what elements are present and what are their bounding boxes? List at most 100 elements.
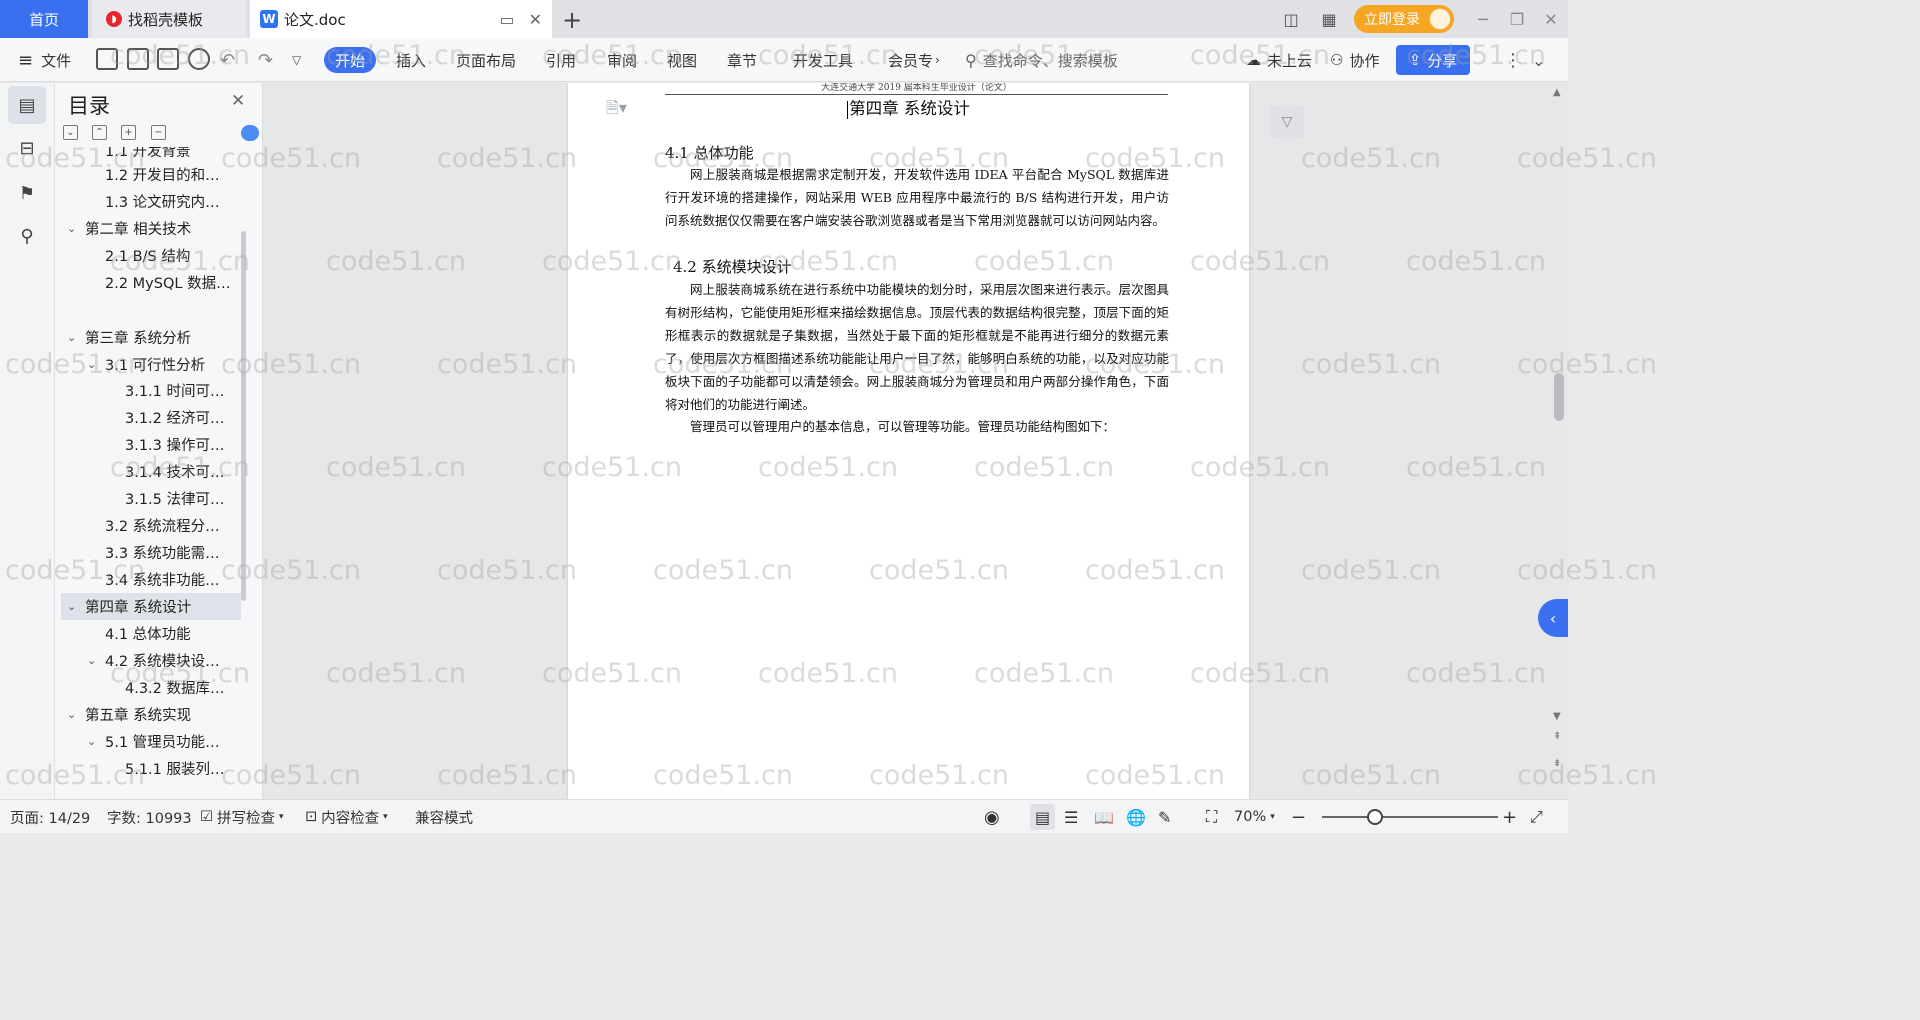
restore-icon[interactable]: ❐ <box>1500 10 1534 29</box>
remove-heading-icon[interactable]: − <box>151 125 166 140</box>
scroll-thumb[interactable] <box>1554 373 1564 421</box>
outline-view-icon[interactable]: ☰ <box>1064 800 1078 834</box>
tab-page-layout[interactable]: 页面布局 <box>456 38 516 82</box>
new-tab-button[interactable]: + <box>562 6 582 34</box>
toc-item[interactable]: ⌄ 第二章 相关技术 <box>61 215 241 242</box>
toc-panel-icon[interactable]: ▤ <box>8 86 46 124</box>
chapter-heading[interactable]: 第四章 系统设计 <box>568 95 1249 119</box>
minimize-icon[interactable]: ─ <box>1466 10 1500 29</box>
toc-item[interactable]: 3.1.1 时间可… <box>61 377 241 404</box>
toc-item[interactable]: 1.2 开发目的和… <box>61 161 241 188</box>
tab-view[interactable]: 视图 <box>667 38 697 82</box>
toc-item[interactable]: 3.2 系统流程分… <box>61 512 241 539</box>
login-button[interactable]: 立即登录 <box>1354 5 1454 33</box>
zoom-in-icon[interactable]: + <box>1502 800 1517 834</box>
tab-document[interactable]: W 论文.doc ▭ ✕ <box>250 0 552 38</box>
content-check-button[interactable]: ⊡ 内容检查 ▾ <box>305 800 388 834</box>
toc-item[interactable]: 3.1.5 法律可… <box>61 485 241 512</box>
chevron-down-icon[interactable]: ⌄ <box>67 708 76 721</box>
tab-reference[interactable]: 引用 <box>546 38 576 82</box>
paragraph-admin[interactable]: 管理员可以管理用户的基本信息，可以管理等功能。管理员功能结构图如下： <box>665 415 1169 438</box>
toc-item[interactable]: 3.1.2 经济可… <box>61 404 241 431</box>
toc-item[interactable]: ⌄ 第四章 系统设计 <box>61 593 241 620</box>
toc-item[interactable]: 4.3.2 数据库… <box>61 674 241 701</box>
cloud-status[interactable]: ☁ 未上云 <box>1246 38 1312 82</box>
screen-icon[interactable]: ▭ <box>499 10 514 29</box>
toc-item[interactable]: 5.1.1 服装列… <box>61 755 241 782</box>
toc-item[interactable]: 1.3 论文研究内… <box>61 188 241 215</box>
tab-dev-tools[interactable]: 开发工具 <box>793 38 853 82</box>
print-icon[interactable] <box>157 48 179 70</box>
bookmark-icon[interactable]: ⚑ <box>8 174 46 212</box>
toc-scrollbar[interactable] <box>241 231 246 601</box>
eye-protection-icon[interactable]: ◉ <box>984 800 1000 834</box>
chevron-down-icon[interactable]: ⌄ <box>67 600 76 613</box>
prev-page-icon[interactable]: ⇞ <box>1553 731 1561 742</box>
chapter-nav-icon[interactable]: ⊟ <box>8 129 46 167</box>
chevron-down-icon[interactable]: ⌄ <box>67 331 76 344</box>
chevron-down-icon[interactable]: ⌄ <box>87 654 96 667</box>
tab-insert[interactable]: 插入 <box>396 38 426 82</box>
web-view-icon[interactable]: 🌐 <box>1126 800 1146 834</box>
tab-start[interactable]: 开始 <box>324 47 376 73</box>
reading-mode-icon[interactable]: ◫ <box>1272 10 1310 29</box>
filter-panel-icon[interactable]: ▽ <box>1270 105 1304 139</box>
more-icon[interactable]: ⋮ <box>1504 38 1522 82</box>
chevron-down-icon[interactable]: ⌄ <box>67 222 76 235</box>
tab-review[interactable]: 审阅 <box>607 38 637 82</box>
share-button[interactable]: ⇪ 分享 <box>1396 45 1470 75</box>
grid-apps-icon[interactable]: ▦ <box>1310 10 1348 29</box>
export-pdf-icon[interactable] <box>127 48 149 70</box>
toc-item[interactable]: 2.2 MySQL 数据… <box>61 269 241 296</box>
scroll-down-icon[interactable]: ▼ <box>1553 711 1561 722</box>
close-icon[interactable]: ✕ <box>529 10 542 29</box>
word-count[interactable]: 字数: 10993 <box>107 800 192 834</box>
toc-item[interactable]: 3.1.4 技术可… <box>61 458 241 485</box>
page-indicator[interactable]: 页面: 14/29 <box>10 800 90 834</box>
toc-item[interactable]: 4.1 总体功能 <box>61 620 241 647</box>
toc-item[interactable]: ⌄ 第五章 系统实现 <box>61 701 241 728</box>
toc-item[interactable]: 3.4 系统非功能… <box>61 566 241 593</box>
fit-page-icon[interactable]: ⛶ <box>1206 800 1217 834</box>
quick-access-dropdown-icon[interactable]: ▽ <box>292 38 301 82</box>
collab-button[interactable]: ⚇ 协作 <box>1330 38 1379 82</box>
toc-item[interactable]: ⌄ 第三章 系统分析 <box>61 324 241 351</box>
tab-member[interactable]: 会员专 › <box>888 38 940 82</box>
zoom-out-icon[interactable]: − <box>1291 800 1306 834</box>
file-menu[interactable]: ≡ 文件 <box>18 38 71 82</box>
chevron-down-icon[interactable]: ⌄ <box>87 735 96 748</box>
next-page-icon[interactable]: ⇟ <box>1553 758 1561 769</box>
find-icon[interactable]: ⚲ <box>8 217 46 255</box>
undo-icon[interactable]: ↶ <box>220 38 235 82</box>
toc-item[interactable]: ⌄ 3.1 可行性分析 <box>61 351 241 378</box>
tab-daoke-templates[interactable]: ◗ 找稻壳模板 <box>92 0 246 38</box>
save-icon[interactable] <box>96 48 118 70</box>
collapse-ribbon-icon[interactable]: ⌄ <box>1532 38 1545 82</box>
toc-item[interactable]: 2.1 B/S 结构 <box>61 242 241 269</box>
zoom-level[interactable]: 70% ▾ <box>1234 800 1275 834</box>
document-scrollbar[interactable]: ▲ ▼ ⇞ ⇟ <box>1550 83 1568 799</box>
zoom-slider[interactable] <box>1322 816 1498 818</box>
reading-view-icon[interactable]: 📖 <box>1094 800 1114 834</box>
ai-assistant-icon[interactable] <box>241 125 259 141</box>
paragraph-4-2[interactable]: 网上服装商城系统在进行系统中功能模块的划分时，采用层次图来进行表示。层次图具有树… <box>665 278 1169 416</box>
add-heading-icon[interactable]: + <box>121 125 136 140</box>
section-heading-4-1[interactable]: 4.1 总体功能 <box>665 142 754 163</box>
document-page[interactable]: 大连交通大学 2019 届本科生毕业设计（论文） 🗎▾ 第四章 系统设计 4.1… <box>568 83 1249 799</box>
section-heading-4-2[interactable]: 4.2 系统模块设计 <box>673 256 792 277</box>
toc-item[interactable]: 3.1.3 操作可… <box>61 431 241 458</box>
toc-item[interactable]: 3.3 系统功能需… <box>61 539 241 566</box>
chevron-down-icon[interactable]: ⌄ <box>87 358 96 371</box>
print-preview-icon[interactable] <box>188 48 210 70</box>
window-close-icon[interactable]: ✕ <box>1534 10 1568 29</box>
write-mode-icon[interactable]: ✎ <box>1158 800 1171 834</box>
fullscreen-icon[interactable]: ⤢ <box>1530 800 1543 834</box>
paragraph-4-1[interactable]: 网上服装商城是根据需求定制开发，开发软件选用 IDEA 平台配合 MySQL 数… <box>665 163 1169 232</box>
scroll-up-icon[interactable]: ▲ <box>1553 87 1561 98</box>
tab-home[interactable]: 首页 <box>0 0 88 38</box>
page-view-icon[interactable]: ▤ <box>1030 804 1056 830</box>
toc-close-icon[interactable]: ✕ <box>231 91 245 111</box>
spell-check-button[interactable]: ☑ 拼写检查 ▾ <box>200 800 284 834</box>
toc-item[interactable]: ⌄ 5.1 管理员功能… <box>61 728 241 755</box>
collapse-all-icon[interactable]: ⌃ <box>92 125 107 140</box>
